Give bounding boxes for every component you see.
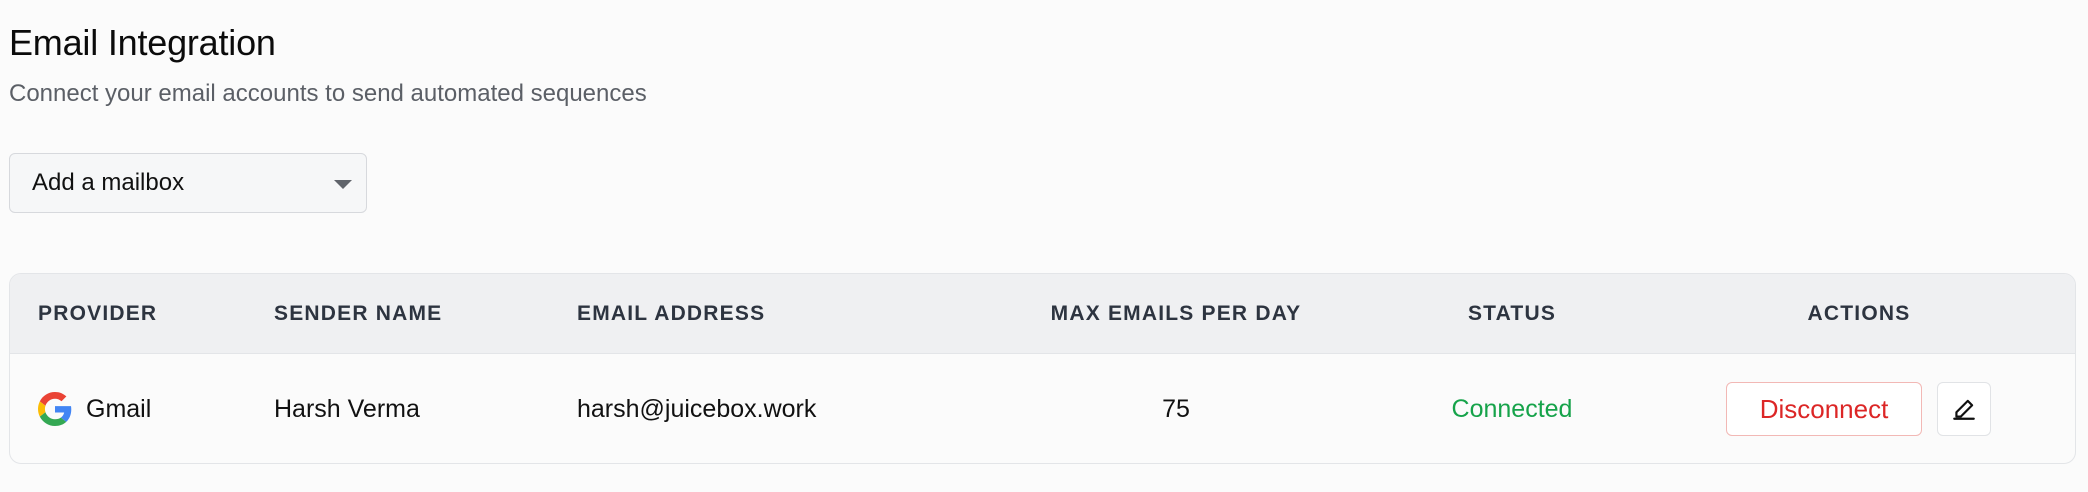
chevron-down-icon (334, 180, 352, 189)
google-g-icon (38, 392, 72, 426)
page-title: Email Integration (9, 22, 276, 63)
table-row: Gmail Harsh Verma harsh@juicebox.work 75… (10, 354, 2075, 463)
email-address-cell: harsh@juicebox.work (577, 395, 817, 423)
max-emails-cell: 75 (1162, 395, 1190, 423)
pen-signature-icon (1953, 399, 1975, 420)
provider-cell: Gmail (38, 354, 152, 463)
column-header-max-emails: MAX EMAILS PER DAY (1050, 302, 1302, 325)
status-badge: Connected (1451, 395, 1573, 423)
column-header-actions: ACTIONS (1807, 302, 1911, 325)
email-integration-page: Email Integration Connect your email acc… (0, 0, 2088, 492)
column-header-provider: PROVIDER (38, 302, 158, 325)
provider-name: Gmail (86, 394, 152, 423)
column-header-email-address: EMAIL ADDRESS (577, 302, 766, 325)
add-mailbox-select[interactable]: Add a mailbox (9, 153, 367, 213)
mailbox-table: PROVIDER SENDER NAME EMAIL ADDRESS MAX E… (9, 273, 2076, 464)
sender-name-cell: Harsh Verma (274, 395, 420, 423)
disconnect-button[interactable]: Disconnect (1726, 382, 1922, 436)
column-header-status: STATUS (1467, 302, 1557, 325)
page-subtitle: Connect your email accounts to send auto… (9, 80, 647, 107)
edit-button[interactable] (1937, 382, 1991, 436)
add-mailbox-select-value: Add a mailbox (32, 169, 185, 196)
column-header-sender-name: SENDER NAME (274, 302, 443, 325)
table-header: PROVIDER SENDER NAME EMAIL ADDRESS MAX E… (10, 274, 2075, 354)
